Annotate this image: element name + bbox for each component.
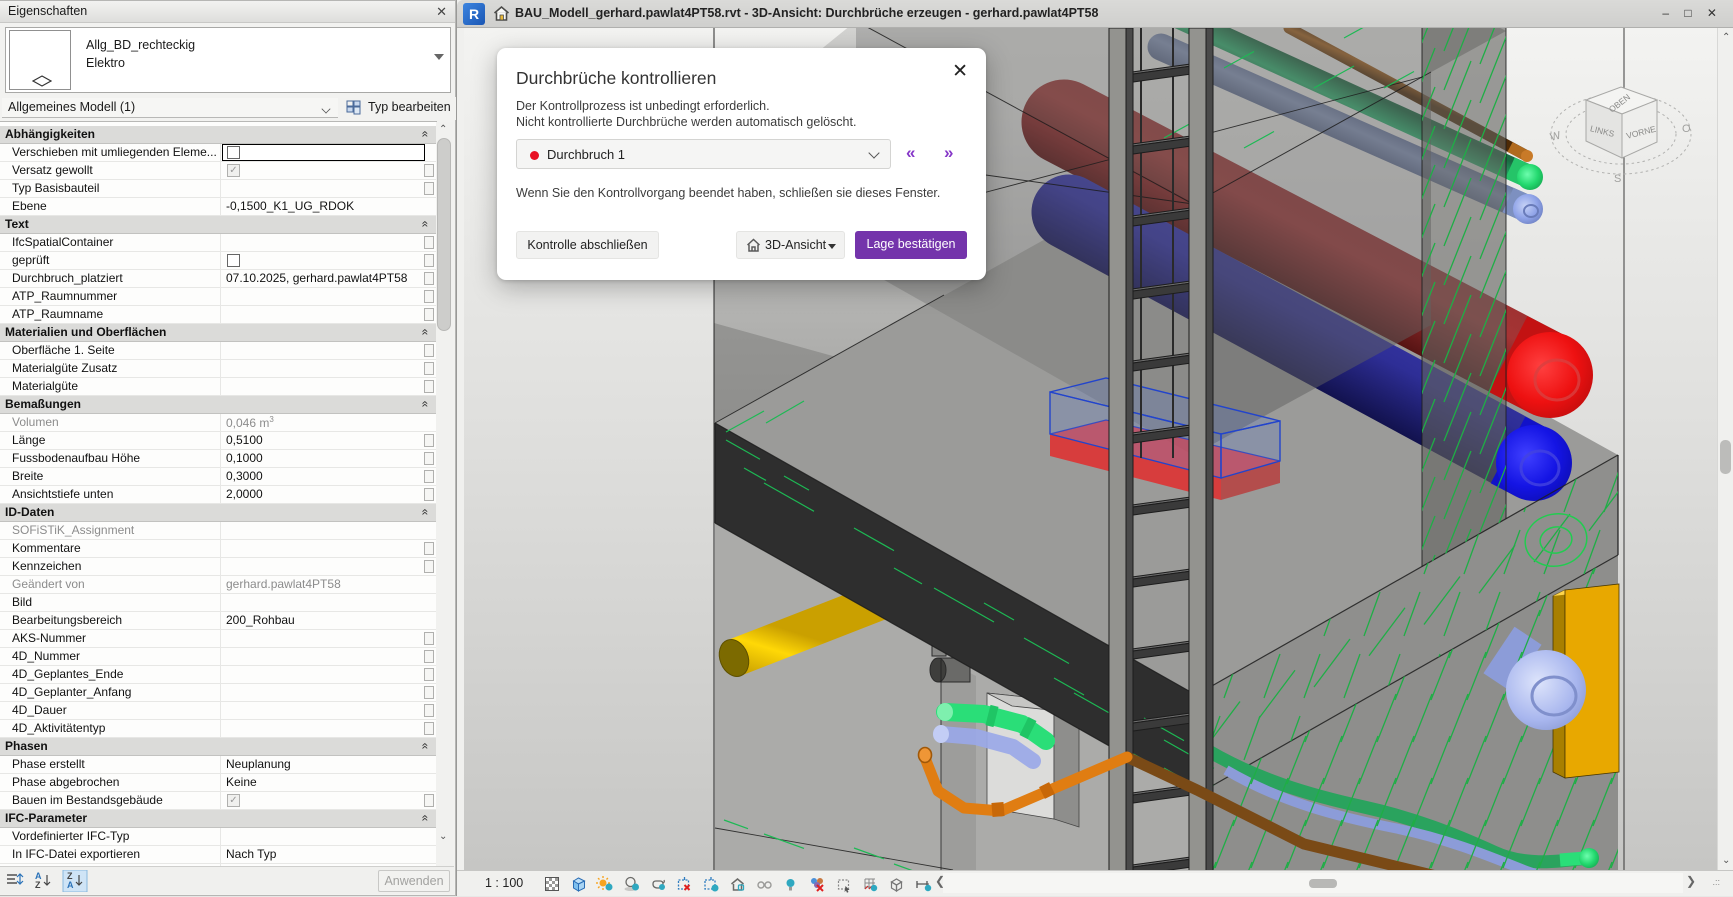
svg-text:O: O [1682,123,1691,135]
svg-text:A: A [67,880,74,890]
svg-text:Z: Z [35,880,41,890]
svg-text:S: S [1614,173,1621,185]
